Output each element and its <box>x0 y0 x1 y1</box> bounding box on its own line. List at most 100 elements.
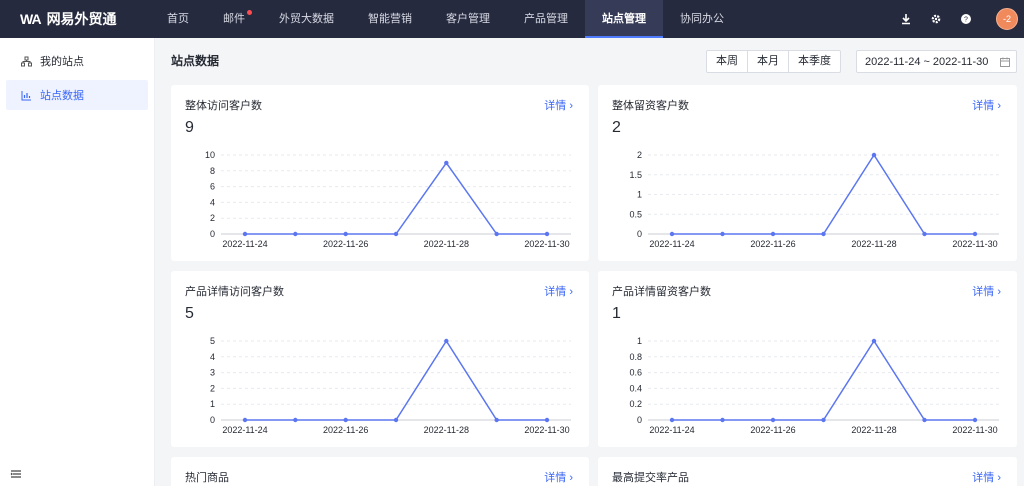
nav-item[interactable]: 邮件 <box>206 0 262 38</box>
data-point <box>922 231 927 237</box>
x-tick-label: 2022-11-28 <box>851 425 896 435</box>
y-tick-label: 0 <box>637 415 642 425</box>
y-tick-label: 4 <box>210 352 215 362</box>
data-point <box>343 231 348 237</box>
data-point <box>922 417 927 423</box>
x-tick-label: 2022-11-26 <box>323 239 368 249</box>
calendar-icon <box>1000 57 1010 67</box>
brand-logo[interactable]: WA 网易外贸通 <box>0 9 150 29</box>
data-point <box>972 417 978 423</box>
data-point <box>544 231 550 237</box>
data-point <box>871 338 877 344</box>
nav-item[interactable]: 产品管理 <box>507 0 585 38</box>
y-tick-label: 3 <box>210 368 215 378</box>
y-tick-label: 0 <box>210 229 215 239</box>
range-tab-month[interactable]: 本月 <box>748 51 789 72</box>
date-range-picker[interactable]: 2022-11-24 ~ 2022-11-30 <box>856 50 1017 73</box>
main-nav: 首页 邮件 外贸大数据 智能营销 客户管理 产品管理 站点管理 协同办公 <box>150 0 741 38</box>
nav-item-label: 站点管理 <box>602 13 646 25</box>
sitemap-icon <box>20 55 32 67</box>
y-tick-label: 10 <box>205 150 215 160</box>
nav-item-label: 外贸大数据 <box>279 13 334 25</box>
x-tick-label: 2022-11-24 <box>649 239 694 249</box>
range-tab-week[interactable]: 本周 <box>707 51 748 72</box>
gear-icon[interactable] <box>928 11 944 27</box>
x-tick-label: 2022-11-28 <box>424 239 469 249</box>
bar-chart-icon <box>20 89 32 101</box>
card-title: 最高提交率产品 <box>612 472 689 484</box>
nav-item-label: 邮件 <box>223 13 245 25</box>
y-tick-label: 1 <box>637 190 642 200</box>
date-range-end: 2022-11-30 <box>932 55 989 68</box>
page-title: 站点数据 <box>171 54 220 68</box>
data-point <box>343 417 348 423</box>
card-product-leads: 产品详情留资客户数 详情 › 1 0 0.2 0.4 0.6 0.8 1 2022-11-2… <box>598 271 1017 447</box>
data-point <box>444 160 449 166</box>
data-point <box>242 417 248 423</box>
nav-item[interactable]: 首页 <box>150 0 206 38</box>
nav-item[interactable]: 智能营销 <box>351 0 429 38</box>
unread-dot <box>247 10 252 15</box>
nav-item[interactable]: 站点管理 <box>585 0 663 38</box>
nav-item-label: 产品管理 <box>524 13 568 25</box>
y-tick-label: 1.5 <box>629 170 642 180</box>
y-tick-label: 6 <box>210 182 215 192</box>
data-point <box>770 231 776 237</box>
x-tick-label: 2022-11-30 <box>524 425 569 435</box>
sidebar-item-label: 站点数据 <box>40 90 84 102</box>
x-tick-label: 2022-11-30 <box>952 239 997 249</box>
help-icon[interactable]: ? <box>958 11 974 27</box>
nav-item-label: 首页 <box>167 13 189 25</box>
range-tab-quarter[interactable]: 本季度 <box>789 51 840 72</box>
y-tick-label: 2 <box>210 383 215 393</box>
data-point <box>494 231 499 237</box>
y-tick-label: 0.5 <box>629 209 642 219</box>
series-line <box>245 339 547 421</box>
data-point <box>444 338 449 344</box>
brand-mark: WA <box>20 11 42 27</box>
y-tick-label: 4 <box>210 197 215 207</box>
date-range-start: 2022-11-24 <box>865 55 921 68</box>
data-point <box>393 417 399 423</box>
nav-item-label: 智能营销 <box>368 13 412 25</box>
svg-text:?: ? <box>964 17 968 24</box>
y-tick-label: 0 <box>637 229 642 239</box>
y-tick-label: 0 <box>210 415 215 425</box>
y-tick-label: 5 <box>210 336 215 346</box>
x-tick-label: 2022-11-24 <box>222 425 267 435</box>
nav-item[interactable]: 协同办公 <box>663 0 741 38</box>
sidebar-item-my-sites[interactable]: 我的站点 <box>6 46 148 76</box>
data-point <box>494 417 499 423</box>
data-point <box>720 417 725 423</box>
series-line <box>672 339 975 421</box>
y-tick-label: 0.2 <box>629 399 642 409</box>
data-point <box>821 231 826 237</box>
data-point <box>669 417 675 423</box>
x-tick-label: 2022-11-24 <box>222 239 267 249</box>
x-tick-label: 2022-11-28 <box>424 425 469 435</box>
line-chart: 0 0.2 0.4 0.6 0.8 1 2022-11-24 2022-11-26 2022-1… <box>629 336 999 435</box>
top-navigation-bar: WA 网易外贸通 首页 邮件 外贸大数据 智能营销 客户管理 产品管理 站点管理 协同办公 ?… <box>0 0 1024 38</box>
data-point <box>669 231 675 237</box>
detail-link[interactable]: 详情 › <box>972 469 1001 485</box>
nav-item[interactable]: 客户管理 <box>429 0 507 38</box>
y-tick-label: 0.8 <box>629 352 642 362</box>
nav-item-label: 客户管理 <box>446 13 490 25</box>
top-actions: ? -2 <box>898 0 1024 38</box>
line-chart: 0 2 4 6 8 10 2022-11-24 2022-11-26 2022-11-28 202… <box>205 150 571 249</box>
sidebar-item-site-data[interactable]: 站点数据 <box>6 80 148 110</box>
detail-link[interactable]: 详情 › <box>544 469 573 485</box>
data-point <box>871 152 877 158</box>
card-title: 热门商品 <box>185 472 229 484</box>
y-tick-label: 1 <box>210 399 215 409</box>
collapse-menu-icon[interactable] <box>10 468 22 480</box>
nav-item[interactable]: 外贸大数据 <box>262 0 351 38</box>
data-point <box>720 231 725 237</box>
download-icon[interactable] <box>898 11 914 27</box>
data-point <box>821 417 826 423</box>
y-tick-label: 0.6 <box>629 368 642 378</box>
y-tick-label: 0.4 <box>629 383 642 393</box>
avatar[interactable]: -2 <box>996 8 1018 30</box>
date-range-separator: ~ <box>923 55 930 68</box>
nav-item-label: 协同办公 <box>680 13 724 25</box>
